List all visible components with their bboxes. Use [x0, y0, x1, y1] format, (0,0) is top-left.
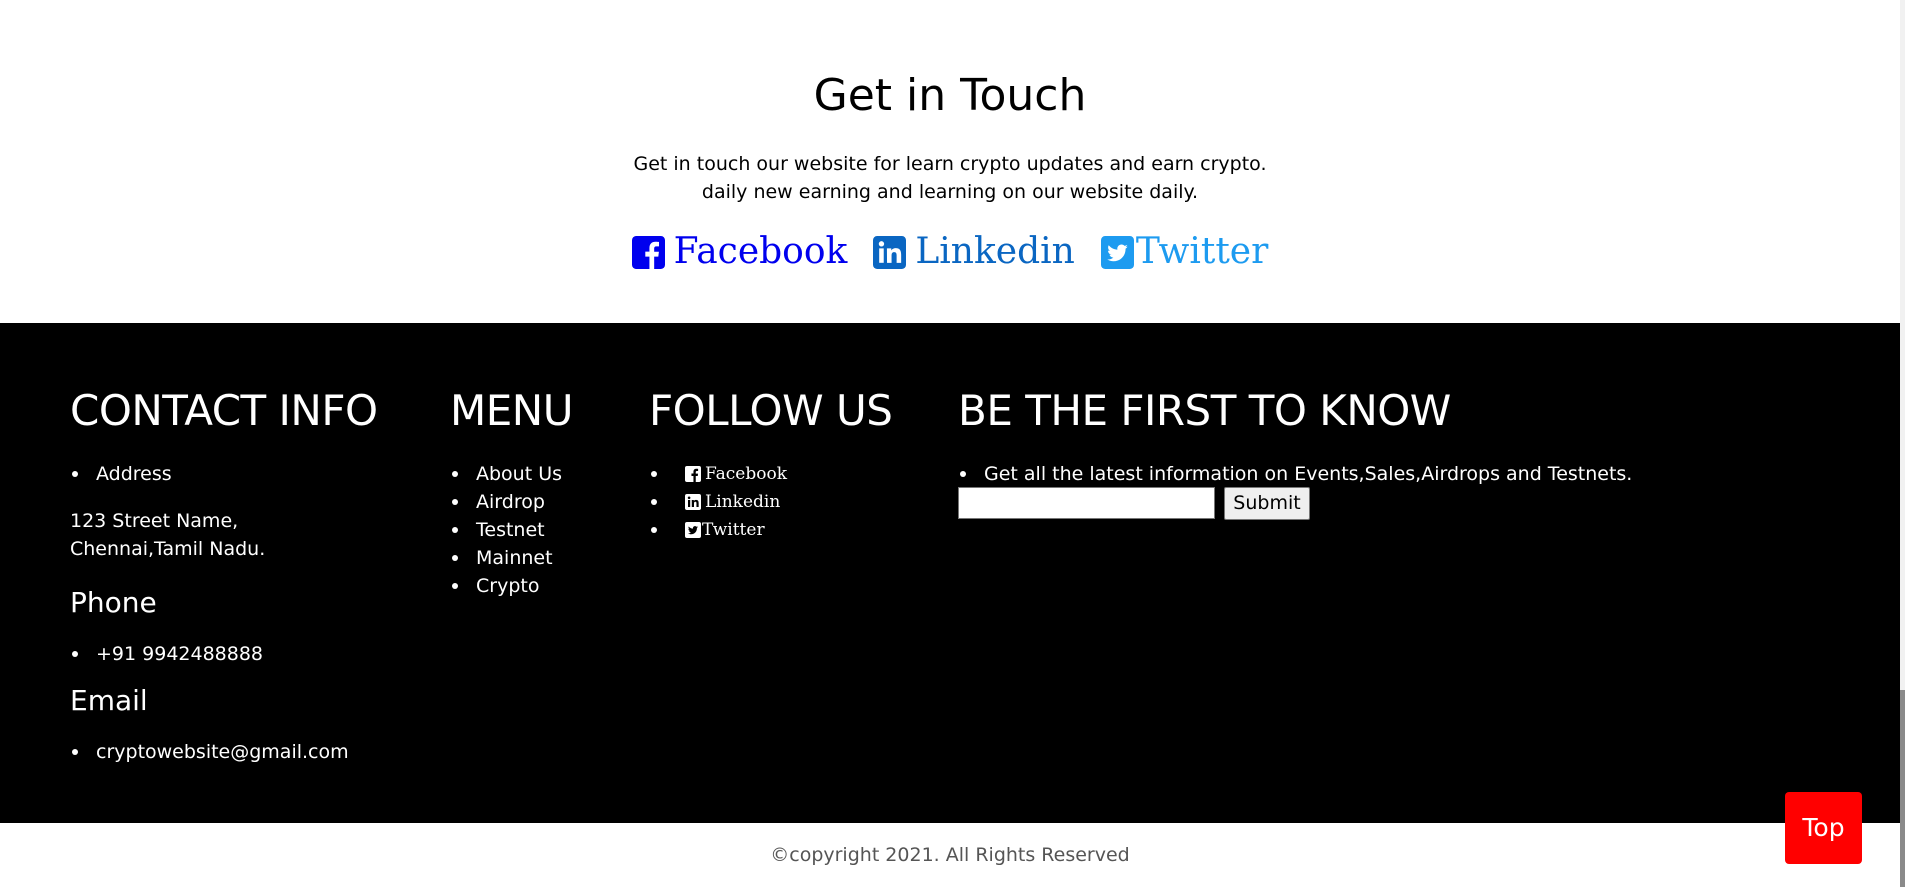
phone-heading: Phone: [70, 586, 157, 619]
facebook-link-label: Facebook: [673, 231, 848, 272]
address-list: Address: [70, 460, 172, 488]
phone-number: +91 9942488888: [70, 640, 263, 668]
twitter-link-label: Twitter: [1135, 231, 1269, 272]
follow-item-facebook[interactable]: Facebook: [649, 460, 787, 488]
follow-item-label: Twitter: [702, 520, 765, 540]
linkedin-icon: [685, 494, 701, 510]
follow-item-twitter[interactable]: Twitter: [649, 516, 787, 544]
menu-list: About Us Airdrop Testnet Mainnet Crypto: [450, 460, 562, 600]
page-scrollbar[interactable]: [1900, 0, 1905, 887]
facebook-link[interactable]: Facebook: [631, 228, 848, 276]
facebook-icon: [685, 466, 701, 482]
social-links: Facebook Linkedin Twitter: [0, 228, 1900, 276]
twitter-link[interactable]: Twitter: [1100, 228, 1269, 276]
scroll-to-top-button[interactable]: Top: [1785, 792, 1862, 864]
phone-list: +91 9942488888: [70, 640, 263, 668]
menu-item-testnet[interactable]: Testnet: [450, 516, 562, 544]
get-in-touch-section: Get in Touch Get in touch our website fo…: [0, 0, 1900, 323]
address-line-2: Chennai,Tamil Nadu.: [70, 538, 266, 560]
scrollbar-thumb[interactable]: [1900, 690, 1905, 887]
twitter-icon: [685, 522, 701, 538]
follow-item-label: Linkedin: [705, 492, 781, 512]
follow-item-label: Facebook: [705, 464, 788, 484]
newsletter-email-input[interactable]: [958, 487, 1215, 519]
email-list: cryptowebsite@gmail.com: [70, 738, 349, 766]
linkedin-link[interactable]: Linkedin: [873, 228, 1075, 276]
submit-button[interactable]: Submit: [1224, 487, 1310, 520]
copyright-text: ©copyright 2021. All Rights Reserved: [770, 844, 1130, 866]
follow-item-linkedin[interactable]: Linkedin: [649, 488, 787, 516]
newsletter-list: Get all the latest information on Events…: [958, 460, 1632, 488]
linkedin-icon: [873, 235, 907, 269]
description-line-2: daily new earning and learning on our we…: [701, 181, 1199, 203]
footer: CONTACT INFO Address 123 Street Name, Ch…: [0, 323, 1900, 823]
menu-item-about-us[interactable]: About Us: [450, 460, 562, 488]
description-line-1: Get in touch our website for learn crypt…: [633, 153, 1267, 175]
menu-item-mainnet[interactable]: Mainnet: [450, 544, 562, 572]
page: Get in Touch Get in touch our website fo…: [0, 0, 1900, 887]
newsletter-text: Get all the latest information on Events…: [958, 460, 1632, 488]
address-text: 123 Street Name, Chennai,Tamil Nadu.: [70, 507, 265, 563]
menu-heading: MENU: [450, 386, 573, 435]
get-in-touch-title: Get in Touch: [813, 70, 1087, 121]
address-label: Address: [70, 460, 172, 488]
follow-us-heading: FOLLOW US: [649, 386, 893, 435]
menu-item-airdrop[interactable]: Airdrop: [450, 488, 562, 516]
newsletter-heading: BE THE FIRST TO KNOW: [958, 386, 1451, 435]
address-line-1: 123 Street Name,: [70, 510, 239, 532]
linkedin-link-label: Linkedin: [915, 231, 1075, 272]
menu-item-crypto[interactable]: Crypto: [450, 572, 562, 600]
follow-us-list: Facebook Linkedin Twitter: [649, 460, 787, 544]
twitter-icon: [1100, 235, 1134, 269]
facebook-icon: [631, 235, 665, 269]
email-address: cryptowebsite@gmail.com: [70, 738, 349, 766]
contact-info-heading: CONTACT INFO: [70, 386, 378, 435]
email-heading: Email: [70, 684, 148, 717]
get-in-touch-description: Get in touch our website for learn crypt…: [0, 150, 1900, 206]
